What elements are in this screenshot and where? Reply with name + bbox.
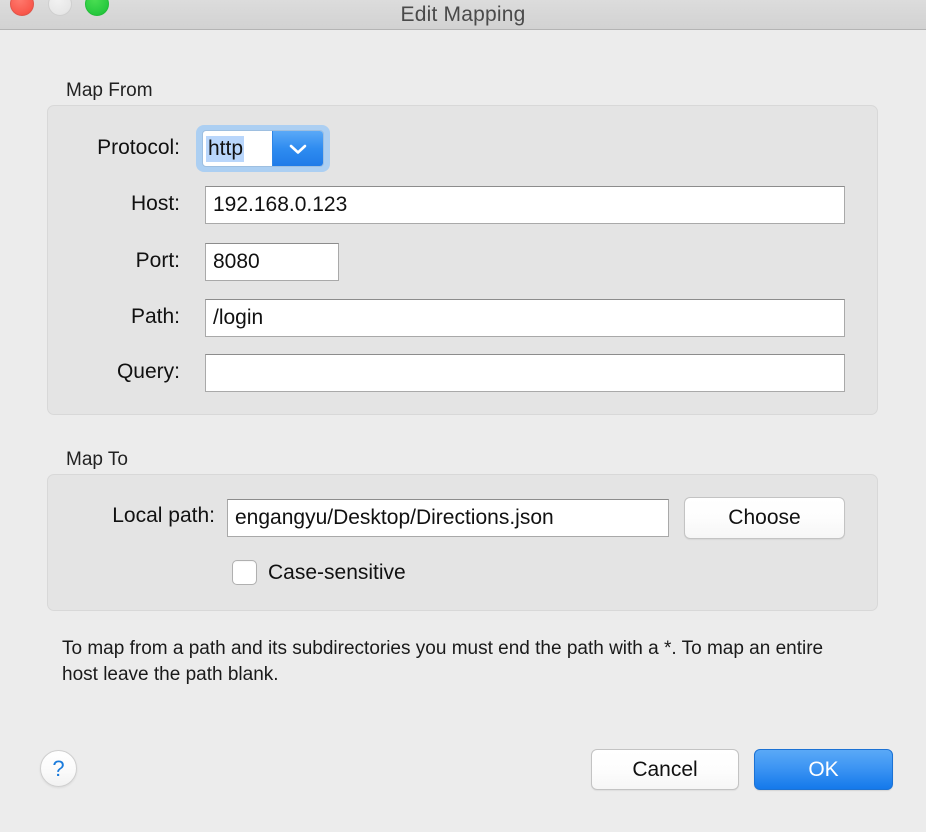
case-sensitive-checkbox[interactable]: Case-sensitive <box>232 560 406 585</box>
map-from-section-title: Map From <box>66 80 153 101</box>
protocol-selected-text: http <box>206 135 245 162</box>
local-path-label: Local path: <box>112 504 215 527</box>
path-label: Path: <box>130 305 180 328</box>
protocol-combobox-text[interactable]: http <box>203 131 272 166</box>
window-titlebar: Edit Mapping <box>0 0 926 30</box>
map-to-groupbox <box>47 474 878 611</box>
case-sensitive-checkbox-box[interactable] <box>232 560 257 585</box>
host-input[interactable]: 192.168.0.123 <box>205 186 845 224</box>
help-icon[interactable]: ? <box>40 750 77 787</box>
local-path-input[interactable]: engangyu/Desktop/Directions.json <box>227 499 669 537</box>
port-input[interactable]: 8080 <box>205 243 339 281</box>
query-input[interactable] <box>205 354 845 392</box>
host-label: Host: <box>130 192 180 215</box>
window-title: Edit Mapping <box>400 3 526 26</box>
port-label: Port: <box>135 249 180 272</box>
ok-button[interactable]: OK <box>754 749 893 790</box>
query-label: Query: <box>116 360 180 383</box>
protocol-label: Protocol: <box>97 136 180 159</box>
map-to-section-title: Map To <box>66 449 128 470</box>
protocol-combobox[interactable]: http <box>202 130 324 167</box>
choose-button[interactable]: Choose <box>684 497 845 539</box>
path-input[interactable]: /login <box>205 299 845 337</box>
cancel-button[interactable]: Cancel <box>591 749 739 790</box>
case-sensitive-label: Case-sensitive <box>268 560 406 584</box>
help-description: To map from a path and its subdirectorie… <box>62 638 824 685</box>
chevron-down-icon[interactable] <box>272 131 323 166</box>
